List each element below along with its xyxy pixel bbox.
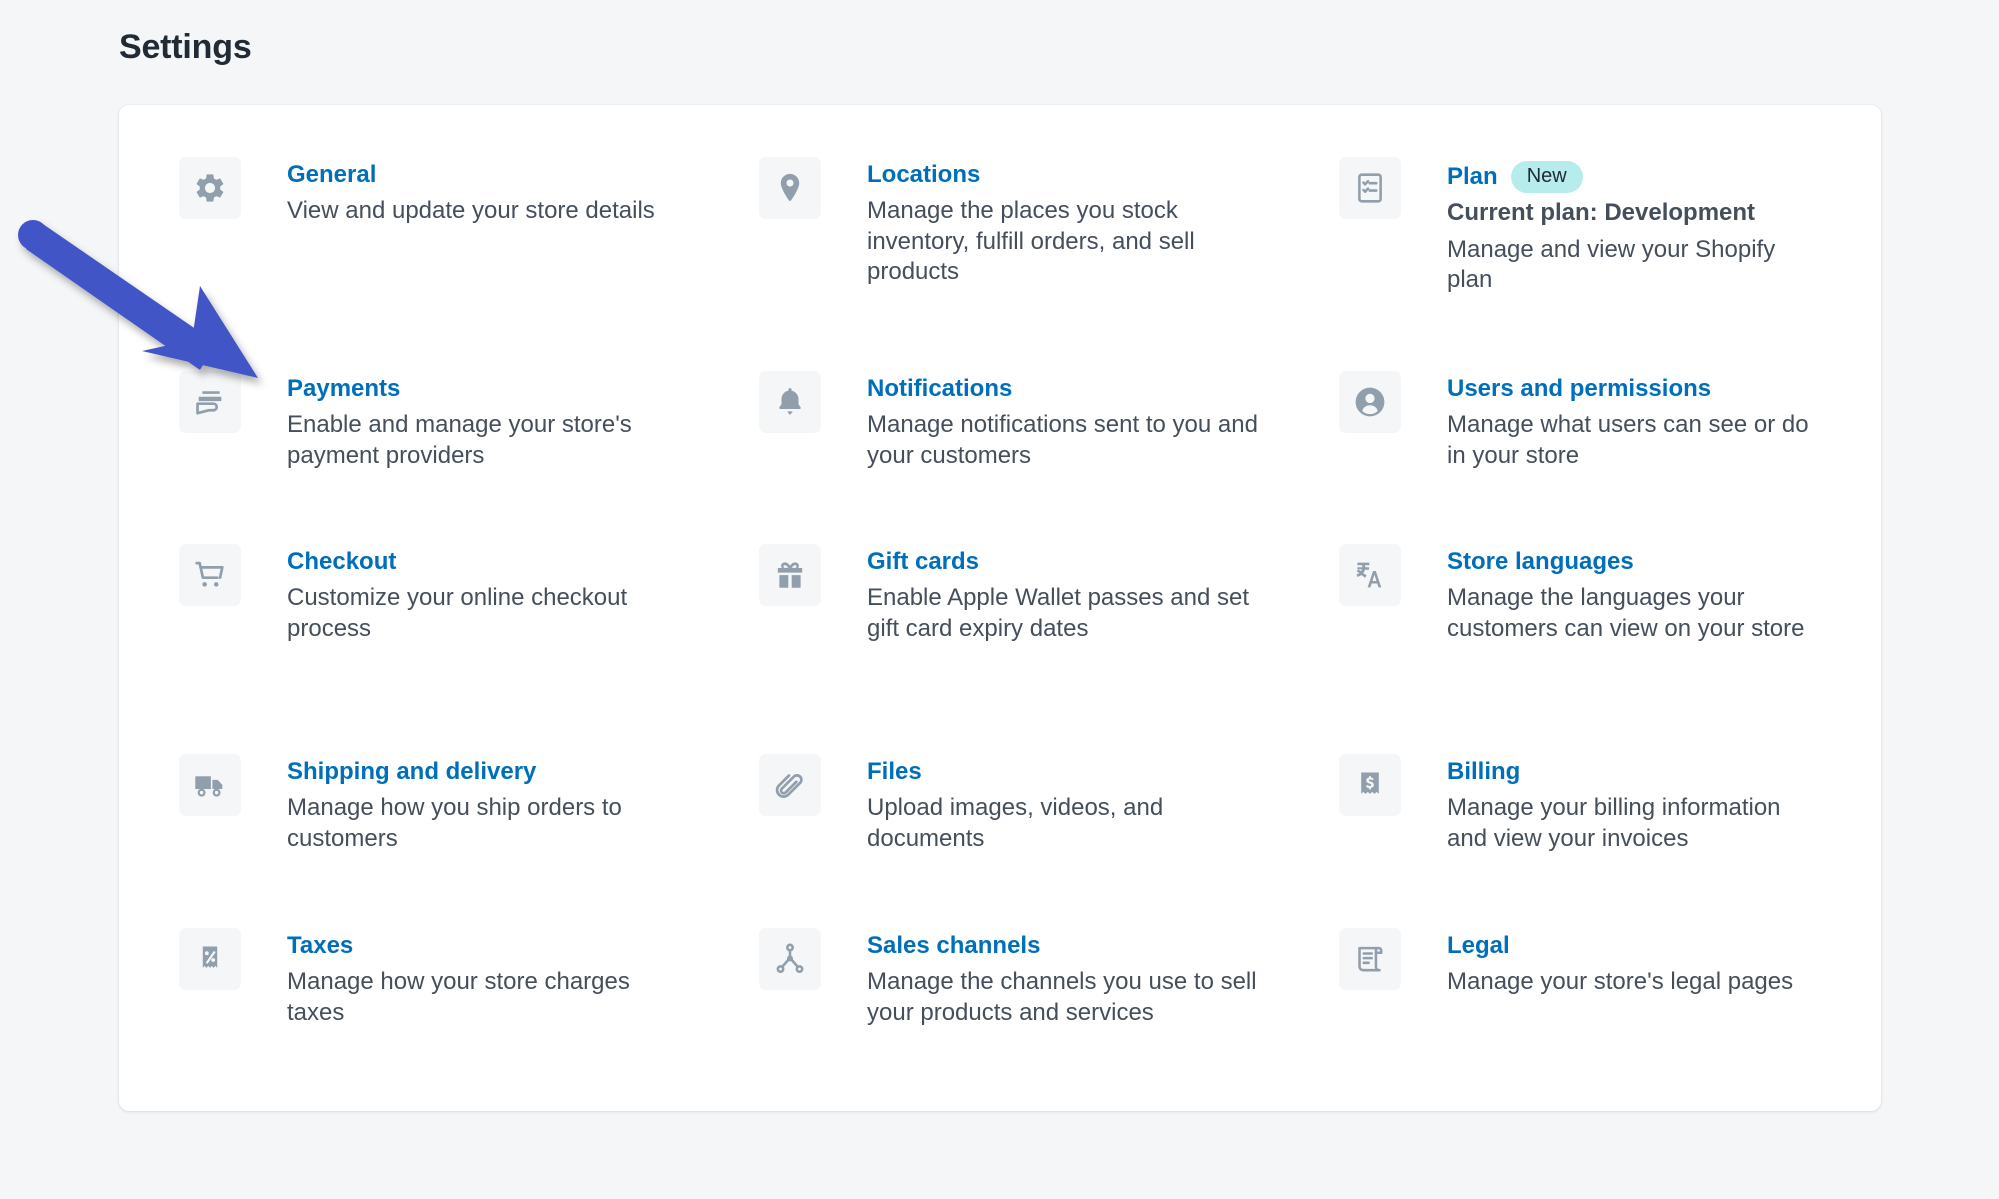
settings-row: Taxes Manage how your store charges taxe… [179,928,1839,1028]
setting-item-text: Payments Enable and manage your store's … [287,371,687,471]
setting-item-title[interactable]: Notifications [867,375,1012,404]
setting-item-taxes[interactable]: Taxes Manage how your store charges taxe… [179,928,759,1028]
location-pin-icon [759,157,821,219]
setting-item-description: Manage how you ship orders to customers [287,793,622,852]
setting-item-sales-channels[interactable]: Sales channels Manage the channels you u… [759,928,1339,1028]
setting-item-title[interactable]: Checkout [287,548,396,577]
settings-row: Checkout Customize your online checkout … [179,544,1839,644]
setting-item-title[interactable]: Gift cards [867,548,979,577]
setting-item-description: Customize your online checkout process [287,583,628,642]
settings-row: General View and update your store detai… [179,157,1839,296]
settings-card: General View and update your store detai… [119,105,1881,1111]
setting-item-locations[interactable]: Locations Manage the places you stock in… [759,157,1339,296]
sales-channels-hub-icon [759,928,821,990]
cart-icon [179,544,241,606]
setting-item-legal[interactable]: Legal Manage your store's legal pages [1339,928,1839,1028]
setting-item-text: Files Upload images, videos, and documen… [867,754,1267,854]
setting-item-title-line: Store languages [1447,548,1819,577]
settings-row: Payments Enable and manage your store's … [179,371,1839,471]
setting-item-description: Manage your billing information and view… [1447,793,1781,852]
setting-item-plan[interactable]: Plan New Current plan: Development Manag… [1339,157,1839,296]
setting-item-title-line: Locations [867,161,1267,190]
setting-item-title-line: Payments [287,375,687,404]
setting-item-title-line: Shipping and delivery [287,758,687,787]
setting-item-description: Manage what users can see or do in your … [1447,410,1809,469]
payments-icon [179,371,241,433]
setting-item-title[interactable]: Users and permissions [1447,375,1711,404]
setting-item-files[interactable]: Files Upload images, videos, and documen… [759,754,1339,854]
billing-receipt-dollar-icon [1339,754,1401,816]
setting-item-text: General View and update your store detai… [287,157,655,227]
user-circle-icon [1339,371,1401,433]
setting-item-text: Sales channels Manage the channels you u… [867,928,1267,1028]
setting-item-title[interactable]: Plan [1447,163,1498,192]
setting-item-text: Plan New Current plan: Development Manag… [1447,157,1819,296]
setting-item-title-line: Notifications [867,375,1267,404]
setting-item-notifications[interactable]: Notifications Manage notifications sent … [759,371,1339,471]
setting-item-checkout[interactable]: Checkout Customize your online checkout … [179,544,759,644]
setting-item-title-line: Taxes [287,932,687,961]
setting-item-payments[interactable]: Payments Enable and manage your store's … [179,371,759,471]
setting-item-description: View and update your store details [287,196,655,224]
setting-item-title[interactable]: Taxes [287,932,353,961]
setting-item-title-line: Checkout [287,548,687,577]
setting-item-text: Gift cards Enable Apple Wallet passes an… [867,544,1267,644]
setting-item-description: Enable and manage your store's payment p… [287,410,632,469]
setting-item-description: Manage the places you stock inventory, f… [867,196,1195,286]
setting-item-title[interactable]: Shipping and delivery [287,758,536,787]
setting-item-title-line: Sales channels [867,932,1267,961]
setting-item-text: Taxes Manage how your store charges taxe… [287,928,687,1028]
settings-row: Shipping and delivery Manage how you shi… [179,754,1839,854]
setting-item-title[interactable]: Legal [1447,932,1510,961]
setting-item-text: Shipping and delivery Manage how you shi… [287,754,687,854]
setting-item-title-line: Files [867,758,1267,787]
setting-item-users-and-permissions[interactable]: Users and permissions Manage what users … [1339,371,1839,471]
setting-item-subtitle: Current plan: Development [1447,199,1756,226]
legal-scroll-icon [1339,928,1401,990]
setting-item-title-line: Legal [1447,932,1793,961]
setting-item-title-line: Plan New [1447,161,1819,193]
setting-item-store-languages[interactable]: Store languages Manage the languages you… [1339,544,1839,644]
setting-item-text: Users and permissions Manage what users … [1447,371,1819,471]
setting-item-title[interactable]: Files [867,758,922,787]
setting-item-description: Manage and view your Shopify plan [1447,235,1776,294]
setting-item-gift-cards[interactable]: Gift cards Enable Apple Wallet passes an… [759,544,1339,644]
setting-item-title[interactable]: General [287,161,376,190]
taxes-receipt-percent-icon [179,928,241,990]
setting-item-description: Manage notifications sent to you and you… [867,410,1258,469]
setting-item-title-line: Billing [1447,758,1819,787]
setting-item-description: Manage your store's legal pages [1447,967,1794,995]
setting-item-description: Manage the channels you use to sell your… [867,967,1257,1026]
setting-item-text: Billing Manage your billing information … [1447,754,1819,854]
setting-item-description: Manage the languages your customers can … [1447,583,1805,642]
setting-item-text: Notifications Manage notifications sent … [867,371,1267,471]
setting-item-title-line: Gift cards [867,548,1267,577]
setting-item-description: Enable Apple Wallet passes and set gift … [867,583,1250,642]
gift-icon [759,544,821,606]
translate-icon [1339,544,1401,606]
setting-item-title-line: General [287,161,655,190]
gear-icon [179,157,241,219]
setting-item-description: Manage how your store charges taxes [287,967,630,1026]
setting-item-title[interactable]: Locations [867,161,980,190]
setting-item-general[interactable]: General View and update your store detai… [179,157,759,296]
setting-item-billing[interactable]: Billing Manage your billing information … [1339,754,1839,854]
setting-item-text: Store languages Manage the languages you… [1447,544,1819,644]
setting-item-text: Checkout Customize your online checkout … [287,544,687,644]
bell-icon [759,371,821,433]
page-title: Settings [119,28,252,66]
status-badge-new: New [1510,161,1583,193]
setting-item-description: Upload images, videos, and documents [867,793,1164,852]
setting-item-title[interactable]: Sales channels [867,932,1040,961]
setting-item-title[interactable]: Billing [1447,758,1520,787]
setting-item-title-line: Users and permissions [1447,375,1819,404]
setting-item-title[interactable]: Store languages [1447,548,1634,577]
checklist-clipboard-icon [1339,157,1401,219]
setting-item-title[interactable]: Payments [287,375,400,404]
paperclip-icon [759,754,821,816]
setting-item-text: Locations Manage the places you stock in… [867,157,1267,288]
truck-icon [179,754,241,816]
setting-item-shipping-and-delivery[interactable]: Shipping and delivery Manage how you shi… [179,754,759,854]
setting-item-text: Legal Manage your store's legal pages [1447,928,1793,998]
